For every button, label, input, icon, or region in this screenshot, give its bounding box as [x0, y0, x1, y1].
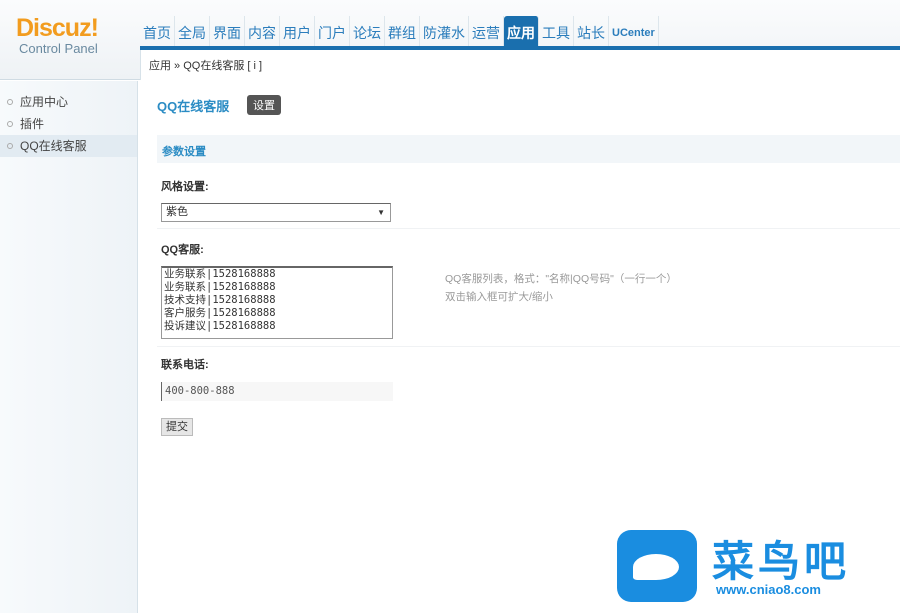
phone-label: 联系电话:	[161, 359, 209, 371]
qq-label: QQ客服:	[161, 244, 204, 256]
style-select-value: 紫色	[166, 206, 188, 218]
phone-input[interactable]: 400-800-888	[161, 382, 393, 401]
nav-tab[interactable]: 内容	[245, 16, 280, 46]
nav-tab[interactable]: 应用	[504, 16, 539, 46]
nav-tab[interactable]: 界面	[210, 16, 245, 46]
nav-tab[interactable]: 运营	[469, 16, 504, 46]
logo-subtitle: Control Panel	[19, 41, 98, 56]
qq-tip-line1: QQ客服列表，格式："名称|QQ号码"（一行一个）	[445, 273, 677, 285]
qq-tip-line2: 双击输入框可扩大/缩小	[445, 291, 553, 303]
nav-tab[interactable]: 群组	[385, 16, 420, 46]
qq-list-textarea[interactable]: 业务联系|1528168888 业务联系|1528168888 技术支持|152…	[161, 266, 393, 339]
submit-button[interactable]: 提交	[161, 418, 193, 436]
top-nav: 首页 全局 界面 内容 用户 门户 论坛 群组 防灌水 运营 应用 工具 站长 UCenter	[140, 14, 659, 46]
nav-tab[interactable]: 站长	[574, 16, 609, 46]
bird-logo-icon	[617, 530, 697, 602]
nav-tab[interactable]: 防灌水	[420, 16, 469, 46]
sidebar-item-qq-service[interactable]: QQ在线客服	[0, 135, 137, 157]
nav-tab[interactable]: 用户	[280, 16, 315, 46]
nav-tab[interactable]: 全局	[175, 16, 210, 46]
breadcrumb: 应用 » QQ在线客服 [ i ]	[140, 50, 900, 80]
sidebar-item-app-center[interactable]: 应用中心	[0, 91, 137, 113]
settings-button[interactable]: 设置	[247, 95, 281, 115]
header: Discuz! Control Panel 首页 全局 界面 内容 用户 门户 论坛 群组 防灌…	[0, 0, 900, 80]
page-title: QQ在线客服	[157, 99, 230, 114]
section-header: 参数设置	[157, 135, 900, 163]
style-select[interactable]: 紫色 ▼	[161, 203, 391, 222]
watermark: 菜鸟吧 www.cniao8.com	[612, 526, 892, 606]
nav-tab[interactable]: 门户	[315, 16, 350, 46]
nav-tab[interactable]: 工具	[539, 16, 574, 46]
chevron-down-icon: ▼	[377, 208, 385, 217]
divider	[157, 228, 900, 229]
sidebar-item-plugins[interactable]: 插件	[0, 113, 137, 135]
logo-brand: Discuz!	[16, 14, 99, 42]
logo[interactable]: Discuz! Control Panel	[16, 14, 99, 56]
nav-tab[interactable]: 首页	[140, 16, 175, 46]
divider	[157, 346, 900, 347]
watermark-text: 菜鸟吧	[712, 537, 851, 586]
nav-tab[interactable]: UCenter	[609, 16, 659, 46]
watermark-url: www.cniao8.com	[716, 582, 821, 597]
qq-tip: QQ客服列表，格式："名称|QQ号码"（一行一个） 双击输入框可扩大/缩小	[445, 270, 677, 306]
sidebar: 应用中心 插件 QQ在线客服	[0, 81, 138, 613]
nav-tab[interactable]: 论坛	[350, 16, 385, 46]
style-label: 风格设置:	[161, 181, 209, 193]
